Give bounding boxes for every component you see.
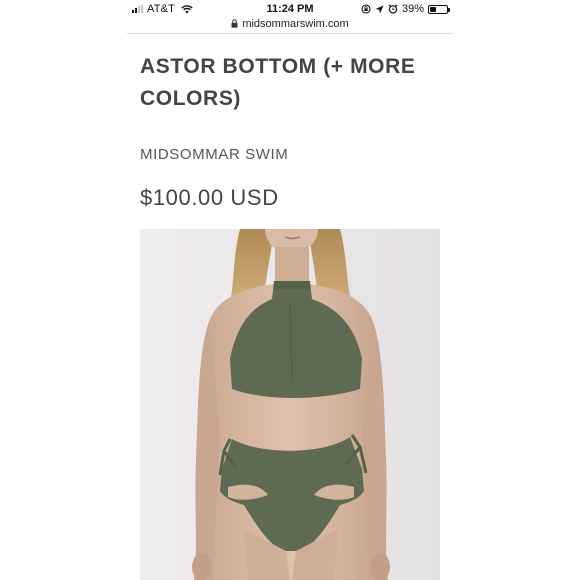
battery-level [430,6,436,12]
status-bar: AT&T 11:24 PM 39% [127,0,453,17]
alarm-icon [388,4,398,14]
vendor-link[interactable]: MIDSOMMAR SWIM [140,146,288,163]
phone-screen: AT&T 11:24 PM 39% midsommarswim.com ASTO… [127,0,453,580]
address-bar[interactable]: midsommarswim.com [127,16,453,31]
product-image[interactable] [140,229,440,580]
lock-icon [231,19,238,28]
header-divider [127,33,453,34]
battery-icon [428,4,450,14]
battery-percent: 39% [401,3,424,15]
product-price: $100.00 USD [140,185,279,210]
url-text: midsommarswim.com [242,17,349,30]
status-right: 39% [361,3,450,15]
location-arrow-icon [375,5,384,13]
screen-lock-rotation-icon [361,4,371,14]
product-title: ASTOR BOTTOM (+ MORE COLORS) [140,55,416,110]
